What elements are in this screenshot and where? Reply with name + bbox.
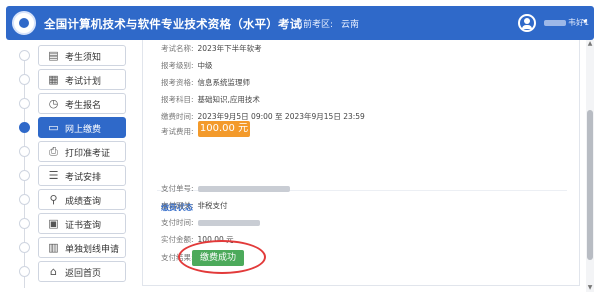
subject-row: 报考科目: 基础知识,应用技术 <box>161 94 260 105</box>
sidebar-item-score-query[interactable]: ⚲ 成绩查询 <box>38 189 126 210</box>
pay-time-label: 支付时间: <box>161 218 194 227</box>
form-icon: ▥ <box>48 241 59 254</box>
monitor-payment-icon: ▭ <box>48 121 59 134</box>
checklist-icon: ☰ <box>48 169 59 182</box>
qualification-value: 信息系统监理师 <box>197 78 251 87</box>
gateway-row: 支付网关: 非税支付 <box>161 200 228 211</box>
sidebar-item-exam-schedule[interactable]: ☰ 考试安排 <box>38 165 126 186</box>
home-icon: ⌂ <box>50 265 57 278</box>
clock-icon: ◷ <box>48 97 59 110</box>
pay-time-row: 支付时间: <box>161 217 260 228</box>
scroll-up-arrow-icon[interactable]: ▲ <box>586 40 594 48</box>
sidebar-item-label: 证书查询 <box>65 221 102 231</box>
qualification-row: 报考资格: 信息系统监理师 <box>161 77 250 88</box>
region-value: 云南 <box>341 20 360 30</box>
payment-time-label: 缴费时间: <box>161 112 194 121</box>
fee-row: 考试费用: <box>161 126 194 137</box>
sidebar-item-label: 网上缴费 <box>65 125 102 135</box>
timeline-dot <box>19 146 30 157</box>
sidebar-item-label: 考试计划 <box>65 77 102 87</box>
order-no-label: 支付单号: <box>161 184 194 193</box>
sidebar-item-label: 考试安排 <box>65 173 102 183</box>
sidebar-item-plan[interactable]: ▦ 考试计划 <box>38 69 126 90</box>
sidebar-item-print-ticket[interactable]: ⎙ 打印准考证 <box>38 141 126 162</box>
sidebar-item-certificate-query[interactable]: ▣ 证书查询 <box>38 213 126 234</box>
exam-name-row: 考试名称: 2023年下半年软考 <box>161 43 262 54</box>
level-label: 报考级别: <box>161 61 194 70</box>
timeline-dot <box>19 242 30 253</box>
timeline-dot <box>19 266 30 277</box>
timeline-dot-active <box>19 122 30 133</box>
sidebar-item-label: 成绩查询 <box>65 197 102 207</box>
highlight-annotation-ring <box>178 240 266 274</box>
scroll-down-arrow-icon[interactable]: ▼ <box>586 284 594 292</box>
exam-name-value: 2023年下半年软考 <box>197 44 262 53</box>
timeline-dot <box>19 50 30 61</box>
sidebar-item-label: 打印准考证 <box>65 149 111 159</box>
username-redacted <box>544 20 566 26</box>
qualification-label: 报考资格: <box>161 78 194 87</box>
level-row: 报考级别: 中级 <box>161 60 213 71</box>
chevron-down-icon[interactable]: ▾ <box>583 17 587 26</box>
sidebar-item-online-payment[interactable]: ▭ 网上缴费 <box>38 117 126 138</box>
order-no-redacted <box>197 186 290 192</box>
printer-icon: ⎙ <box>49 145 58 158</box>
sidebar-item-label: 单独划线申请 <box>65 245 120 255</box>
subject-label: 报考科目: <box>161 95 194 104</box>
payment-time-value: 2023年9月5日 09:00 至 2023年9月15日 23:59 <box>197 112 365 121</box>
current-region: 当前考区: 云南 <box>294 17 359 30</box>
level-value: 中级 <box>197 61 213 70</box>
pay-time-redacted <box>197 220 260 226</box>
region-label: 当前考区: <box>294 20 334 30</box>
top-header-bar: 全国计算机技术与软件专业技术资格（水平）考试 当前考区: 云南 韦好1 ▾ <box>6 6 594 40</box>
sidebar-item-label: 返回首页 <box>65 269 102 279</box>
sidebar-item-label: 考生须知 <box>65 53 102 63</box>
app-title: 全国计算机技术与软件专业技术资格（水平）考试 <box>44 17 302 31</box>
fee-label: 考试费用: <box>161 127 194 136</box>
exam-name-label: 考试名称: <box>161 44 194 53</box>
sidebar-item-return-home[interactable]: ⌂ 返回首页 <box>38 261 126 282</box>
exam-logo-icon <box>12 11 36 35</box>
calendar-icon: ▦ <box>48 73 59 86</box>
certificate-icon: ▣ <box>48 217 59 230</box>
fee-amount-badge: 100.00 元 <box>198 121 250 137</box>
gateway-value: 非税支付 <box>197 201 228 210</box>
document-icon: ▤ <box>48 49 59 62</box>
timeline-dot <box>19 194 30 205</box>
payment-time-row: 缴费时间: 2023年9月5日 09:00 至 2023年9月15日 23:59 <box>161 111 365 122</box>
sidebar-item-registration[interactable]: ◷ 考生报名 <box>38 93 126 114</box>
order-no-row: 支付单号: <box>161 183 290 194</box>
user-avatar-icon[interactable] <box>518 14 536 32</box>
timeline-dot <box>19 98 30 109</box>
timeline-dot <box>19 170 30 181</box>
scrollbar-thumb[interactable] <box>587 110 593 260</box>
timeline-dot <box>19 218 30 229</box>
sidebar-item-separate-line-application[interactable]: ▥ 单独划线申请 <box>38 237 126 258</box>
sidebar-item-notice[interactable]: ▤ 考生须知 <box>38 45 126 66</box>
gateway-label: 支付网关: <box>161 201 194 210</box>
sidebar-item-label: 考生报名 <box>65 101 102 111</box>
timeline-dot <box>19 74 30 85</box>
subject-value: 基础知识,应用技术 <box>197 95 260 104</box>
sidebar-nav: ▤ 考生须知 ▦ 考试计划 ◷ 考生报名 ▭ 网上缴费 ⎙ 打印准考证 ☰ 考试… <box>10 40 128 298</box>
amount-label: 实付金额: <box>161 235 194 244</box>
search-icon: ⚲ <box>49 193 58 206</box>
